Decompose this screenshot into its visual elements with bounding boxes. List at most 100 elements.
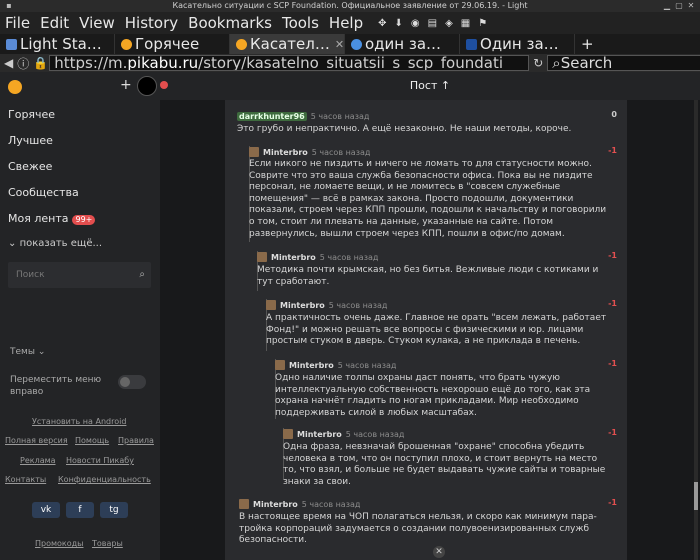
comment-author[interactable]: Minterbro (253, 500, 298, 509)
comment-time[interactable]: 5 часов назад (320, 253, 379, 262)
avatar[interactable] (137, 76, 157, 96)
comment-author[interactable]: Minterbro (271, 253, 316, 262)
avatar[interactable] (249, 147, 259, 157)
help-link[interactable]: Помощь (75, 436, 109, 445)
comment-header: darrkhunter96 5 часов назад (237, 110, 369, 122)
comment-header: Minterbro 5 часов назад (239, 498, 360, 510)
menu-bar: File Edit View History Bookmarks Tools H… (0, 12, 700, 34)
sidebar-item-new[interactable]: Свежее (8, 160, 52, 173)
avatar[interactable] (266, 300, 276, 310)
search-icon[interactable]: ⌕ (139, 262, 145, 288)
comment-author[interactable]: Minterbro (289, 361, 334, 370)
extension4-icon[interactable]: ⚑ (478, 18, 487, 29)
back-icon[interactable]: ◀ (4, 56, 13, 70)
comment-header: Minterbro 5 часов назад (249, 146, 370, 158)
menu-view[interactable]: View (74, 14, 120, 32)
avatar[interactable] (239, 499, 249, 509)
tab-hot[interactable]: Горячее (115, 34, 230, 54)
privacy-link[interactable]: Конфиденциальность (58, 475, 151, 484)
search-engine-icon[interactable]: ⌕ (552, 54, 560, 72)
menu-edit[interactable]: Edit (35, 14, 74, 32)
download-icon[interactable]: ⬇ (395, 18, 403, 29)
maximize-icon[interactable]: ▢ (674, 1, 684, 11)
window-menu-icon[interactable]: ▪ (4, 1, 14, 11)
avatar[interactable] (283, 429, 293, 439)
avatar[interactable] (275, 360, 285, 370)
sidebar-item-communities[interactable]: Сообщества (8, 186, 79, 199)
reload-icon[interactable]: ↻ (533, 56, 543, 70)
tab-active-post[interactable]: Касател… ✕ (230, 34, 345, 54)
post-title-button[interactable]: Пост ↑ (410, 79, 450, 92)
comment-time[interactable]: 5 часов назад (311, 112, 370, 121)
comment: Minterbro 5 часов назад -1 Методика почт… (257, 251, 617, 291)
extension-icon[interactable]: ◉ (411, 18, 420, 29)
comment-score: -1 (608, 251, 617, 260)
vk-button[interactable]: vk (32, 502, 60, 518)
sidebar-item-feed[interactable]: Моя лента 99+ (8, 212, 96, 225)
sidebar-item-best[interactable]: Лучшее (8, 134, 53, 147)
avatar[interactable] (257, 252, 267, 262)
ads-link[interactable]: Реклама (20, 456, 56, 465)
security-icon[interactable]: ⓘ (17, 55, 29, 72)
comment-score: -1 (608, 498, 617, 507)
new-tab-button[interactable]: + (575, 34, 597, 54)
tab-label: Light Sta… (20, 35, 102, 53)
full-version-link[interactable]: Полная версия (5, 436, 68, 445)
tab-search-1[interactable]: один за… (345, 34, 460, 54)
library-icon[interactable]: ▤ (428, 18, 437, 29)
comment-author[interactable]: Minterbro (297, 430, 342, 439)
menu-tools[interactable]: Tools (277, 14, 324, 32)
scrollbar-thumb[interactable] (694, 482, 698, 510)
comment-time[interactable]: 5 часов назад (346, 430, 405, 439)
show-more-link[interactable]: ⌄ показать ещё... (8, 238, 102, 249)
tab-label: один за… (365, 35, 442, 53)
close-tab-icon[interactable]: ✕ (335, 38, 344, 51)
window-title: Касательно ситуации с SCP Foundation. Оф… (172, 1, 528, 10)
tab-search-2[interactable]: Один за… (460, 34, 575, 54)
page-scrollbar[interactable] (694, 100, 698, 560)
pikabu-logo[interactable] (8, 80, 22, 94)
comment-time[interactable]: 5 часов назад (329, 301, 388, 310)
tab-light-start[interactable]: Light Sta… (0, 34, 115, 54)
menu-file[interactable]: File (0, 14, 35, 32)
sidebar-item-hot[interactable]: Горячее (8, 108, 55, 121)
comment-author[interactable]: Minterbro (263, 148, 308, 157)
tab-favicon-icon (6, 38, 17, 50)
promocodes-link[interactable]: Промокоды (35, 539, 84, 548)
chevron-down-icon: ⌄ (8, 238, 17, 249)
close-icon[interactable]: ✕ (433, 546, 445, 558)
comment-author[interactable]: Minterbro (280, 301, 325, 310)
comment: Minterbro 5 часов назад -1 Одна фраза, н… (283, 428, 617, 487)
add-post-icon[interactable]: + (120, 77, 132, 93)
addon-icon[interactable]: ✥ (378, 18, 386, 29)
themes-dropdown[interactable]: Темы ⌄ (10, 347, 45, 357)
telegram-button[interactable]: tg (100, 502, 128, 518)
minimize-icon[interactable]: ▁ (662, 1, 672, 11)
menu-help[interactable]: Help (324, 14, 368, 32)
news-link[interactable]: Новости Пикабу (66, 456, 134, 465)
url-field[interactable]: https://m.pikabu.ru/story/kasatelno_situ… (49, 55, 530, 71)
extension3-icon[interactable]: ▦ (461, 18, 470, 29)
close-window-icon[interactable]: ✕ (686, 1, 696, 11)
lock-icon[interactable]: 🔒 (33, 56, 48, 70)
extension2-icon[interactable]: ◈ (445, 18, 453, 29)
menu-history[interactable]: History (120, 14, 183, 32)
wiki-icon (466, 38, 477, 50)
goods-link[interactable]: Товары (92, 539, 123, 548)
install-android-link[interactable]: Установить на Android (32, 417, 126, 426)
comment-author[interactable]: darrkhunter96 (237, 111, 307, 121)
contacts-link[interactable]: Контакты (5, 475, 46, 484)
comment-time[interactable]: 5 часов назад (302, 500, 361, 509)
search-field[interactable]: ⌕Search (547, 55, 700, 71)
sidebar-search-input[interactable]: Поиск ⌕ (8, 262, 151, 288)
comment-text: Методика почти крымская, но без битья. В… (257, 265, 599, 287)
tab-label: Один за… (480, 35, 559, 53)
comment-time[interactable]: 5 часов назад (312, 148, 371, 157)
rules-link[interactable]: Правила (118, 436, 154, 445)
menu-bookmarks[interactable]: Bookmarks (183, 14, 277, 32)
comment-score: -1 (608, 299, 617, 308)
window-title-bar: ▪ Касательно ситуации с SCP Foundation. … (0, 0, 700, 12)
facebook-button[interactable]: f (66, 502, 94, 518)
move-menu-toggle[interactable] (118, 375, 146, 389)
comment-time[interactable]: 5 часов назад (338, 361, 397, 370)
